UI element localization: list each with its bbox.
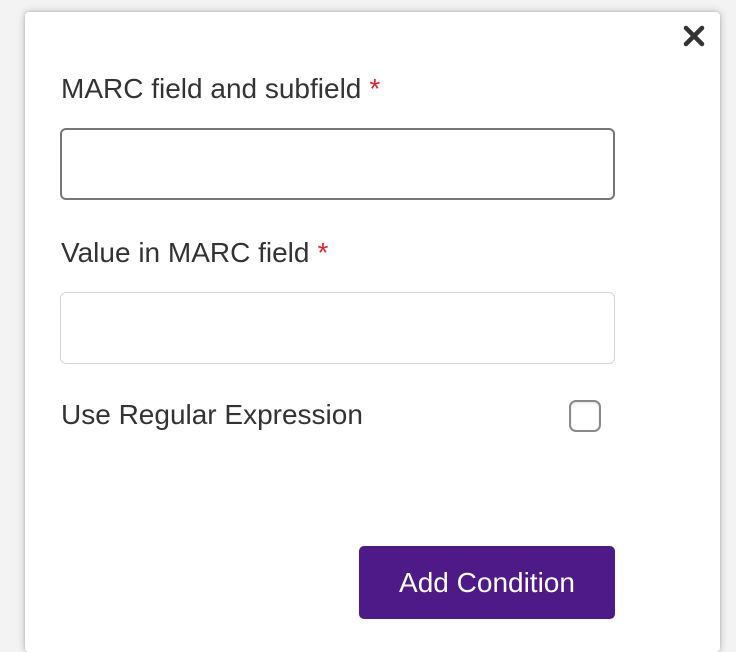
regex-checkbox[interactable] — [569, 400, 601, 432]
marc-value-label: Value in MARC field * — [61, 236, 328, 270]
marc-field-label: MARC field and subfield * — [61, 72, 380, 106]
marc-field-input[interactable] — [60, 128, 615, 200]
close-icon — [683, 25, 705, 47]
regex-label: Use Regular Expression — [61, 399, 363, 430]
marc-field-label-text: MARC field and subfield — [61, 73, 362, 104]
required-marker: * — [369, 73, 381, 104]
add-condition-dialog: MARC field and subfield * Value in MARC f… — [25, 12, 720, 652]
add-condition-button[interactable]: Add Condition — [359, 546, 615, 619]
close-button[interactable] — [680, 22, 708, 50]
marc-value-input[interactable] — [60, 292, 615, 364]
required-marker: * — [317, 237, 329, 268]
marc-value-label-text: Value in MARC field — [61, 237, 310, 268]
